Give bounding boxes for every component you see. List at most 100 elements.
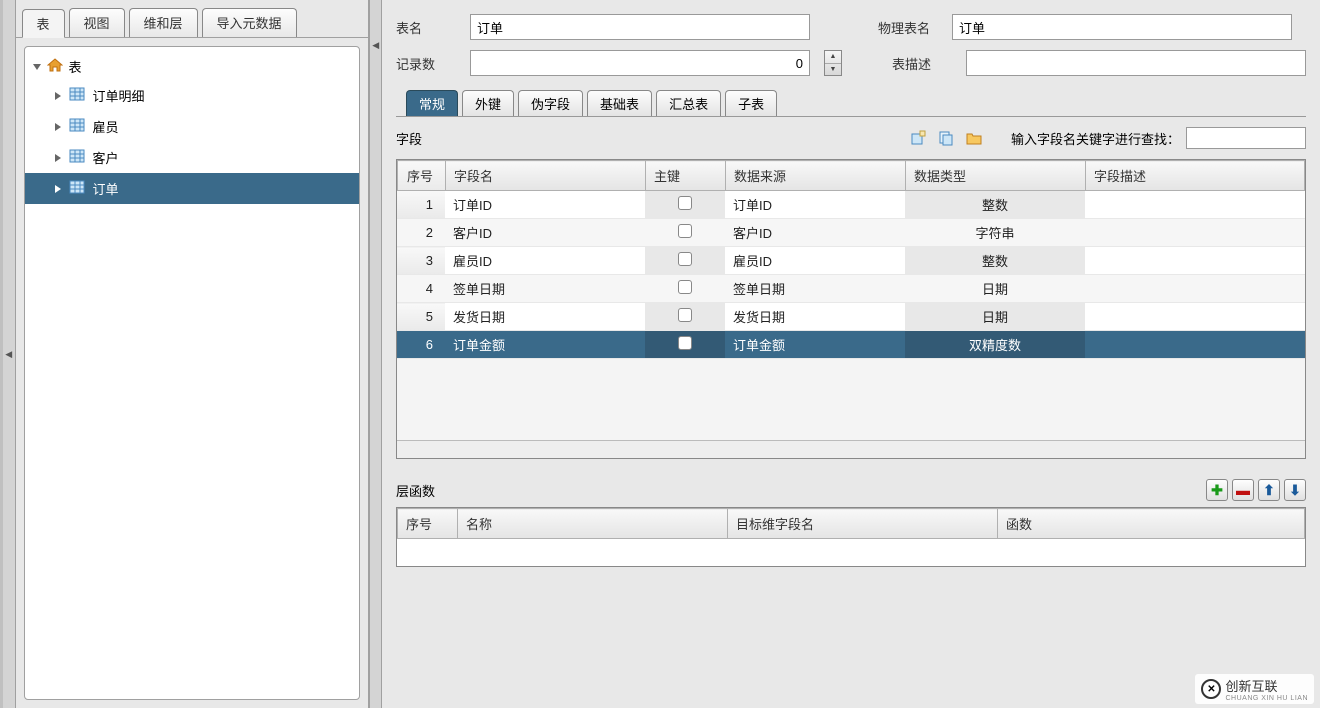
cell-pk[interactable]	[645, 191, 725, 219]
tree-item-label: 订单明细	[93, 86, 145, 105]
right-panel: 表名 物理表名 记录数 ▲▼ 表描述 常规外键伪字段基础表汇总表子表 字段	[382, 0, 1320, 708]
sub-tab-0[interactable]: 常规	[406, 90, 458, 116]
layer-col-header[interactable]: 目标维字段名	[728, 509, 998, 539]
watermark-sub: CHUANG XIN HU LIAN	[1225, 695, 1308, 702]
table-row[interactable]: 3雇员ID雇员ID整数	[397, 247, 1305, 275]
table-row[interactable]: 4签单日期签单日期日期	[397, 275, 1305, 303]
desc-input[interactable]	[966, 50, 1306, 76]
field-search-input[interactable]	[1186, 127, 1306, 149]
record-count-spinner[interactable]: ▲▼	[824, 50, 842, 76]
table-row[interactable]: 5发货日期发货日期日期	[397, 303, 1305, 331]
table-row[interactable]: 6订单金额订单金额双精度数	[397, 331, 1305, 359]
top-tabs: 表视图维和层导入元数据	[16, 0, 369, 38]
field-col-header[interactable]: 字段描述	[1086, 161, 1305, 191]
splitter-handle[interactable]: ◀	[369, 0, 382, 708]
record-count-input[interactable]	[470, 50, 810, 76]
cell-name: 订单ID	[445, 191, 645, 219]
field-col-header[interactable]: 主键	[646, 161, 726, 191]
expand-icon	[33, 64, 41, 70]
tree-item-2[interactable]: 客户	[25, 142, 360, 173]
field-col-header[interactable]: 数据类型	[906, 161, 1086, 191]
phys-name-label: 物理表名	[878, 18, 938, 37]
left-panel: 表视图维和层导入元数据 表 订单明细雇员客户订单	[16, 0, 370, 708]
expand-icon	[55, 92, 61, 100]
copy-field-icon[interactable]	[935, 127, 957, 149]
sub-tab-3[interactable]: 基础表	[587, 90, 652, 116]
cell-desc	[1085, 219, 1305, 247]
sub-tab-5[interactable]: 子表	[725, 90, 777, 116]
tree-item-0[interactable]: 订单明细	[25, 80, 360, 111]
cell-source: 雇员ID	[725, 247, 905, 275]
layer-func-title: 层函数	[396, 481, 435, 500]
layer-col-header[interactable]: 序号	[398, 509, 458, 539]
field-section-label: 字段	[396, 129, 422, 148]
cell-type: 整数	[905, 191, 1085, 219]
sub-tabs: 常规外键伪字段基础表汇总表子表	[396, 90, 1306, 117]
top-tab-0[interactable]: 表	[22, 9, 65, 38]
field-grid: 序号字段名主键数据来源数据类型字段描述 1订单ID订单ID整数2客户ID客户ID…	[396, 159, 1306, 459]
sub-tab-2[interactable]: 伪字段	[518, 90, 583, 116]
cell-seq: 6	[397, 331, 445, 359]
expand-icon	[55, 185, 61, 193]
remove-func-button[interactable]: ▬	[1232, 479, 1254, 501]
cell-source: 客户ID	[725, 219, 905, 247]
tree-root[interactable]: 表	[25, 53, 360, 80]
top-tab-2[interactable]: 维和层	[129, 8, 198, 37]
cell-seq: 5	[397, 303, 445, 331]
field-col-header[interactable]: 数据来源	[726, 161, 906, 191]
cell-pk[interactable]	[645, 219, 725, 247]
folder-icon[interactable]	[963, 127, 985, 149]
add-func-button[interactable]: ✚	[1206, 479, 1228, 501]
layer-func-grid: 序号名称目标维字段名函数	[396, 507, 1306, 567]
cell-type: 字符串	[905, 219, 1085, 247]
move-up-button[interactable]: ⬆	[1258, 479, 1280, 501]
tree-item-label: 客户	[93, 148, 119, 167]
cell-desc	[1085, 191, 1305, 219]
cell-type: 日期	[905, 303, 1085, 331]
grid-scrollbar[interactable]	[397, 440, 1305, 458]
expand-icon	[55, 154, 61, 162]
table-name-label: 表名	[396, 18, 456, 37]
table-name-input[interactable]	[470, 14, 810, 40]
table-icon	[69, 118, 85, 135]
cell-type: 日期	[905, 275, 1085, 303]
table-row[interactable]: 1订单ID订单ID整数	[397, 191, 1305, 219]
cell-name: 签单日期	[445, 275, 645, 303]
field-col-header[interactable]: 序号	[398, 161, 446, 191]
phys-name-input[interactable]	[952, 14, 1292, 40]
cell-desc	[1085, 331, 1305, 359]
cell-name: 雇员ID	[445, 247, 645, 275]
search-label: 输入字段名关键字进行查找：	[1011, 129, 1180, 148]
cell-type: 整数	[905, 247, 1085, 275]
cell-pk[interactable]	[645, 247, 725, 275]
desc-label: 表描述	[892, 54, 952, 73]
record-count-label: 记录数	[396, 54, 456, 73]
top-tab-1[interactable]: 视图	[69, 8, 125, 37]
cell-pk[interactable]	[645, 303, 725, 331]
top-tab-3[interactable]: 导入元数据	[202, 8, 297, 37]
tree-item-1[interactable]: 雇员	[25, 111, 360, 142]
tree-item-3[interactable]: 订单	[25, 173, 360, 204]
sub-tab-4[interactable]: 汇总表	[656, 90, 721, 116]
cell-desc	[1085, 247, 1305, 275]
left-collapse-handle[interactable]: ◀	[3, 0, 16, 708]
expand-icon	[55, 123, 61, 131]
tree-view: 表 订单明细雇员客户订单	[24, 46, 361, 700]
cell-seq: 1	[397, 191, 445, 219]
field-col-header[interactable]: 字段名	[446, 161, 646, 191]
cell-desc	[1085, 275, 1305, 303]
cell-seq: 3	[397, 247, 445, 275]
layer-col-header[interactable]: 名称	[458, 509, 728, 539]
cell-name: 订单金额	[445, 331, 645, 359]
move-down-button[interactable]: ⬇	[1284, 479, 1306, 501]
cell-pk[interactable]	[645, 275, 725, 303]
sub-tab-1[interactable]: 外键	[462, 90, 514, 116]
layer-col-header[interactable]: 函数	[998, 509, 1305, 539]
add-field-icon[interactable]	[907, 127, 929, 149]
cell-seq: 2	[397, 219, 445, 247]
table-icon	[69, 149, 85, 166]
cell-pk[interactable]	[645, 331, 725, 359]
home-icon	[47, 58, 63, 75]
tree-item-label: 雇员	[93, 117, 119, 136]
table-row[interactable]: 2客户ID客户ID字符串	[397, 219, 1305, 247]
